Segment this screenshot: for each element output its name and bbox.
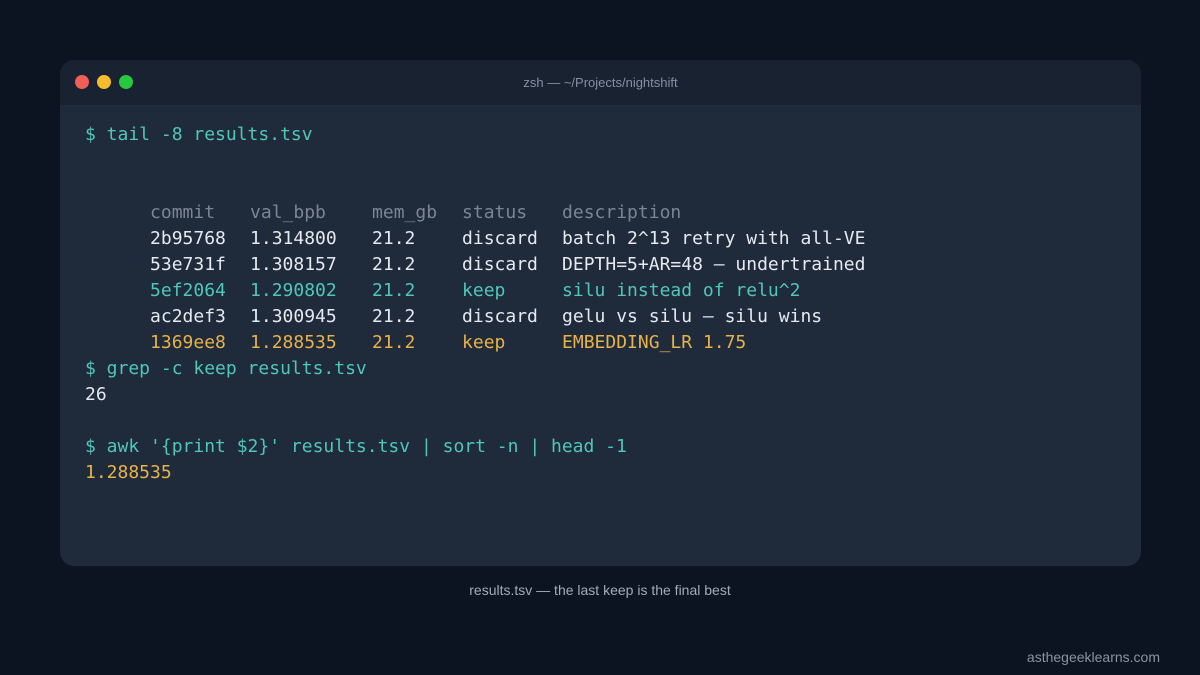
- column-header-description: description: [562, 202, 682, 223]
- column-header-val-bpb: val_bpb: [250, 202, 326, 223]
- column-header-status: status: [462, 202, 528, 223]
- terminal-output[interactable]: $ tail -8 results.tsv commit val_bpb mem_g…: [85, 122, 865, 486]
- awk-output: 1.288535: [85, 462, 172, 483]
- cell-description: gelu vs silu – silu wins: [562, 306, 823, 327]
- cell-commit: 5ef2064: [150, 280, 226, 301]
- cell-description: batch 2^13 retry with all-VE: [562, 228, 866, 249]
- cell-mem-gb: 21.2: [372, 254, 416, 275]
- column-header-commit: commit: [150, 202, 216, 223]
- cell-mem-gb: 21.2: [372, 306, 416, 327]
- cell-description: EMBEDDING_LR 1.75: [562, 332, 747, 353]
- cell-mem-gb: 21.2: [372, 332, 416, 353]
- table-header: commit val_bpb mem_gb status description: [85, 174, 865, 223]
- grep-output: 26: [85, 384, 107, 405]
- cell-val-bpb: 1.300945: [250, 306, 337, 327]
- terminal-window: zsh — ~/Projects/nightshift $ tail -8 re…: [60, 60, 1141, 566]
- cell-commit: 53e731f: [150, 254, 226, 275]
- cell-val-bpb: 1.314800: [250, 228, 337, 249]
- cell-status: keep: [462, 332, 506, 353]
- cell-commit: ac2def3: [150, 306, 226, 327]
- title-bar[interactable]: zsh — ~/Projects/nightshift: [60, 60, 1141, 105]
- cell-status: discard: [462, 254, 538, 275]
- window-title: zsh — ~/Projects/nightshift: [523, 75, 678, 90]
- command-line-awk: $ awk '{print $2}' results.tsv | sort -n…: [85, 436, 627, 457]
- cell-mem-gb: 21.2: [372, 228, 416, 249]
- cell-val-bpb: 1.288535: [250, 332, 337, 353]
- caption: results.tsv — the last keep is the final…: [469, 582, 731, 598]
- cell-description: silu instead of relu^2: [562, 280, 801, 301]
- command-line-grep: $ grep -c keep results.tsv: [85, 358, 367, 379]
- cell-val-bpb: 1.290802: [250, 280, 337, 301]
- column-header-mem-gb: mem_gb: [372, 202, 438, 223]
- cell-description: DEPTH=5+AR=48 – undertrained: [562, 254, 866, 275]
- command-line-tail: $ tail -8 results.tsv: [85, 124, 313, 145]
- cell-commit: 2b95768: [150, 228, 226, 249]
- cell-val-bpb: 1.308157: [250, 254, 337, 275]
- cell-mem-gb: 21.2: [372, 280, 416, 301]
- cell-commit: 1369ee8: [150, 332, 226, 353]
- cell-status: keep: [462, 280, 506, 301]
- site-watermark: asthegeeklearns.com: [1026, 649, 1160, 665]
- cell-status: discard: [462, 228, 538, 249]
- cell-status: discard: [462, 306, 538, 327]
